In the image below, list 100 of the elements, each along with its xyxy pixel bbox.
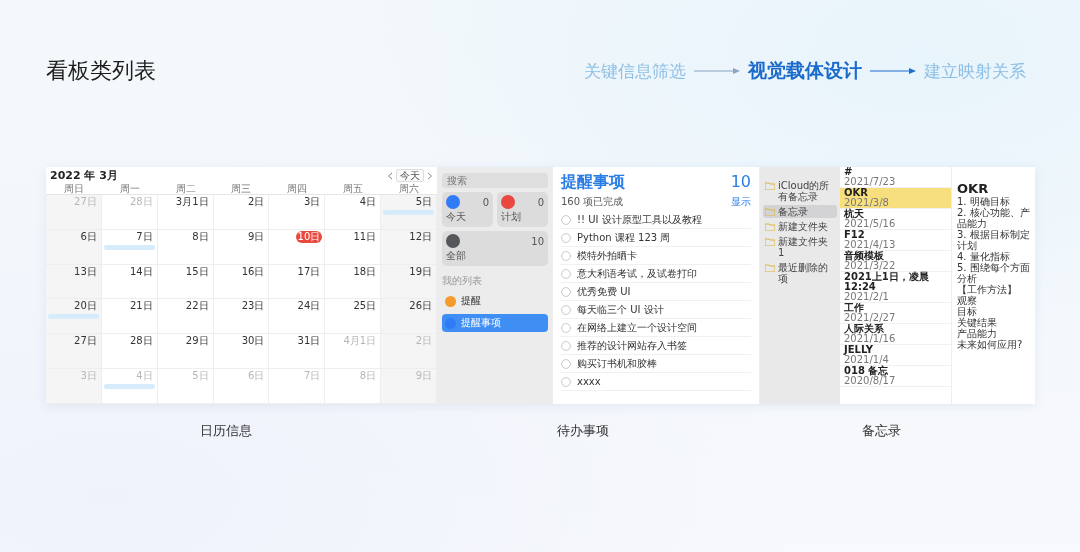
day-number: 17日 [296,265,322,278]
note-item[interactable]: 工作 2021/2/27 [840,303,951,324]
folder-item[interactable]: 新建文件夹 [763,220,837,233]
todo-checkbox[interactable] [561,304,571,315]
day-cell[interactable]: 10日 [269,229,326,265]
step-label: 关键信息筛选 [584,59,686,83]
arrow-icon [870,67,916,75]
day-number: 7日 [135,230,154,243]
smart-list-card[interactable]: 0 计划 [497,192,548,227]
weekday-label: 周四 [269,183,326,195]
folder-item[interactable]: 新建文件夹 1 [763,235,837,259]
smart-list-card[interactable]: 0 今天 [442,192,493,227]
weekday-label: 周三 [213,183,270,195]
day-cell[interactable]: 21日 [101,299,158,335]
day-cell[interactable]: 29日 [157,334,214,370]
todo-checkbox[interactable] [561,250,571,261]
day-number: 8日 [191,230,210,243]
day-number: 28日 [128,196,154,208]
note-line: 2. 核心功能、产品能力 [957,207,1031,229]
todo-checkbox[interactable] [561,358,571,369]
day-number: 24日 [296,300,322,313]
day-cell[interactable]: 20日 [46,299,102,335]
note-item[interactable]: F12 2021/4/13 [840,230,951,251]
note-item[interactable]: 人际关系 2021/1/16 [840,324,951,345]
day-number: 4日 [135,370,154,383]
folder-item[interactable]: 最近删除的项 [763,261,837,285]
note-line: 【工作方法】 [957,284,1018,295]
today-button[interactable]: 今天 [396,169,424,182]
event-bar[interactable] [103,244,155,250]
day-number: 26日 [408,300,433,313]
day-cell[interactable]: 31日 [269,334,326,370]
todo-checkbox[interactable] [561,286,571,297]
chevron-left-icon[interactable] [387,171,393,180]
list-item[interactable]: 提醒 [442,292,548,310]
day-number: 10日 [295,230,323,243]
folder-item[interactable]: iCloud的所有备忘录 [763,179,837,203]
todo-checkbox[interactable] [561,322,571,333]
note-item[interactable]: OKR 2021/3/8 [840,188,951,209]
day-cell[interactable]: 9日 [213,229,270,265]
note-line: 未来如何应用? [957,339,1024,350]
day-number: 23日 [240,300,266,313]
todo-text: xxxx [577,376,601,387]
todo-checkbox[interactable] [561,232,571,243]
event-bar[interactable] [383,210,434,215]
caption: 日历信息 [199,422,252,440]
note-item[interactable]: 2021上1日，凌晨12:24 2021/2/1 [840,272,951,303]
todo-checkbox[interactable] [561,376,571,387]
day-number: 6日 [247,370,266,383]
show-link[interactable]: 显示 [731,195,751,209]
day-cell[interactable]: 3日 [269,195,326,230]
day-number: 13日 [73,265,98,278]
day-number: 29日 [184,335,210,348]
day-cell[interactable]: 12日 [381,229,437,265]
day-number: 9日 [247,230,266,243]
day-cell[interactable]: 27日 [46,334,102,370]
day-cell[interactable]: 22日 [157,299,214,335]
day-cell[interactable]: 7日 [101,229,158,265]
completed-count: 160 项已完成 [561,195,624,209]
folder-icon [765,264,775,272]
day-cell[interactable]: 23日 [213,299,270,335]
day-cell[interactable]: 16日 [213,264,270,300]
day-cell[interactable]: 2日 [213,195,270,230]
list-label: 全部 [446,249,467,263]
day-number: 8日 [358,370,378,383]
todo-text: 推荐的设计网站存入书签 [577,338,687,353]
day-cell[interactable]: 26日 [381,299,437,335]
day-number: 3月1日 [174,196,210,208]
note-item[interactable]: 018 备忘 2020/8/17 [840,366,951,387]
todo-checkbox[interactable] [561,340,571,351]
todo-checkbox[interactable] [561,268,571,279]
day-cell[interactable]: 14日 [101,264,158,300]
day-cell[interactable]: 8日 [157,229,214,265]
day-cell[interactable]: 19日 [381,264,437,300]
list-count: 0 [482,196,489,208]
search-field[interactable]: 搜索 [442,173,548,188]
day-number: 20日 [73,300,98,313]
smart-list-card[interactable]: 10 全部 [442,231,548,266]
day-cell[interactable]: 30日 [213,334,270,370]
note-item[interactable]: 音频模板 2021/3/22 [840,251,951,272]
day-cell[interactable]: 6日 [46,229,102,265]
day-number: 14日 [128,265,154,278]
chevron-right-icon[interactable] [427,171,433,180]
day-number: 21日 [128,300,154,313]
day-cell[interactable]: 5日 [381,195,437,230]
note-item[interactable]: JELLY 2021/1/4 [840,345,951,366]
step-label: 视觉载体设计 [748,58,862,83]
todo-checkbox[interactable] [561,214,571,225]
list-label: 今天 [446,210,467,224]
caption: 待办事项 [556,422,609,440]
day-cell[interactable]: 15日 [157,264,214,300]
day-number: 4日 [358,196,378,208]
day-cell[interactable]: 17日 [269,264,326,300]
folder-item[interactable]: 备忘录 [763,205,837,218]
day-cell[interactable]: 24日 [269,299,326,335]
event-bar[interactable] [48,314,99,320]
day-cell[interactable]: 3月1日 [157,195,214,230]
event-bar[interactable] [103,384,155,390]
day-cell[interactable]: 28日 [101,334,158,370]
note-item[interactable]: 杭天 2021/5/16 [840,209,951,230]
day-cell[interactable]: 13日 [46,264,102,300]
